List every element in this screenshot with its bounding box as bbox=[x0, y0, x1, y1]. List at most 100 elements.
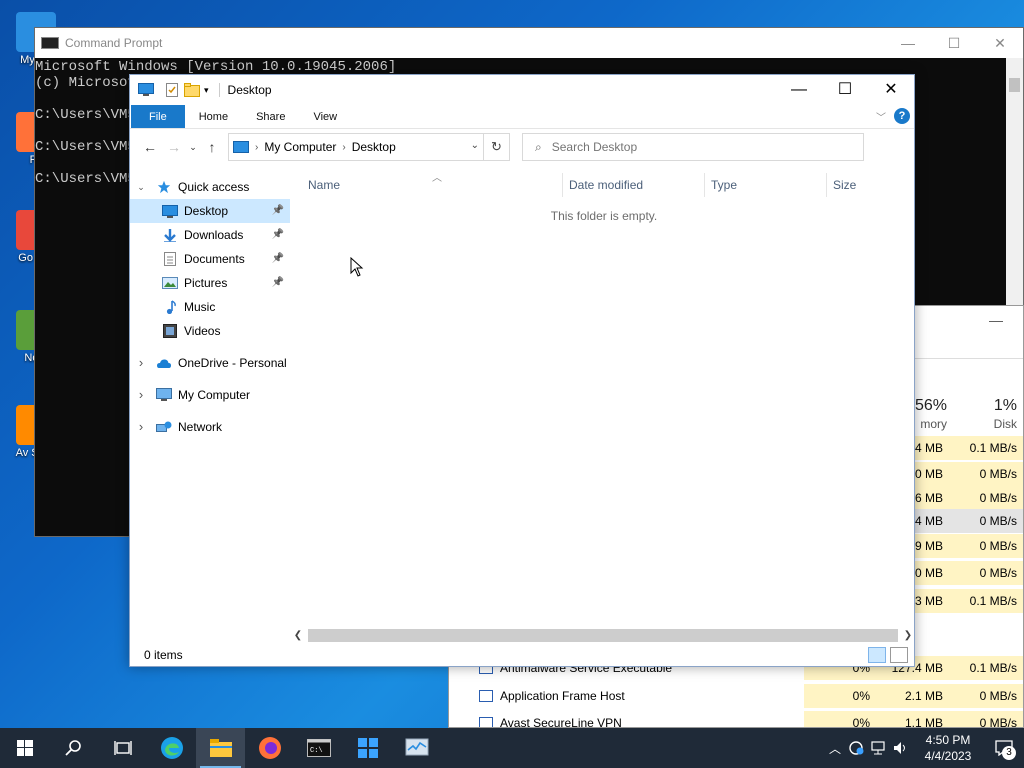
start-button[interactable] bbox=[0, 728, 49, 768]
column-date-modified[interactable]: Date modified bbox=[562, 173, 643, 197]
tree-item-videos[interactable]: Videos bbox=[130, 319, 290, 343]
process-row[interactable]: Avast SecureLine VPN 0% 1.1 MB 0 MB/s bbox=[449, 711, 1023, 727]
collapse-chevron-icon[interactable]: ⌄ bbox=[134, 175, 148, 199]
tree-label: Quick access bbox=[178, 180, 250, 194]
back-button[interactable]: ← bbox=[138, 139, 162, 155]
tree-item-pictures[interactable]: Pictures 📌 bbox=[130, 271, 290, 295]
close-button[interactable]: ✕ bbox=[977, 35, 1023, 52]
column-size[interactable]: Size bbox=[826, 173, 856, 197]
expand-chevron-icon[interactable]: › bbox=[134, 415, 148, 439]
refresh-button[interactable]: ↻ bbox=[483, 134, 509, 160]
tree-quick-access[interactable]: ⌄ Quick access bbox=[130, 175, 290, 199]
tree-item-my-computer[interactable]: › My Computer bbox=[130, 383, 290, 407]
clock[interactable]: 4:50 PM 4/4/2023 bbox=[912, 732, 984, 764]
sort-ascending-icon: ︿ bbox=[432, 173, 442, 184]
edge-button[interactable] bbox=[147, 728, 196, 768]
pin-icon[interactable]: 📌 bbox=[272, 223, 284, 247]
address-dropdown-icon[interactable]: ⌄ bbox=[471, 140, 479, 151]
volume-icon[interactable] bbox=[890, 740, 912, 756]
item-count: 0 items bbox=[144, 648, 183, 662]
network-icon[interactable] bbox=[868, 740, 890, 756]
scroll-left-icon[interactable]: ❮ bbox=[290, 627, 306, 644]
file-explorer-window[interactable]: ▾ Desktop — ☐ ✕ File Home Share View ﹀ ?… bbox=[129, 74, 915, 667]
tree-item-documents[interactable]: Documents 📌 bbox=[130, 247, 290, 271]
scroll-thumb[interactable] bbox=[308, 629, 898, 642]
show-hidden-icons-chevron-icon[interactable]: ︿ bbox=[824, 740, 846, 757]
process-disk: 0 MB/s bbox=[949, 509, 1023, 533]
tab-share[interactable]: Share bbox=[242, 105, 299, 128]
expand-chevron-icon[interactable]: › bbox=[134, 351, 148, 375]
firefox-button[interactable] bbox=[245, 728, 294, 768]
cmd-titlebar[interactable]: Command Prompt — ☐ ✕ bbox=[35, 28, 1023, 58]
breadcrumb-chevron-icon[interactable]: › bbox=[342, 142, 345, 153]
horizontal-scrollbar[interactable]: ❮ ❯ bbox=[290, 627, 916, 644]
pin-icon[interactable]: 📌 bbox=[272, 199, 284, 223]
column-type[interactable]: Type bbox=[704, 173, 737, 197]
column-header: ︿ Name Date modified Type Size bbox=[290, 173, 916, 197]
command-prompt-button[interactable]: C:\ bbox=[294, 728, 343, 768]
maximize-button[interactable]: ☐ bbox=[822, 75, 868, 105]
breadcrumb-chevron-icon[interactable]: › bbox=[255, 142, 258, 153]
maximize-button[interactable]: ☐ bbox=[931, 35, 977, 52]
desktop-icon bbox=[162, 205, 178, 218]
explorer-titlebar[interactable]: ▾ Desktop — ☐ ✕ bbox=[130, 75, 914, 105]
cmd-scroll-thumb[interactable] bbox=[1009, 78, 1020, 92]
tree-item-onedrive-personal[interactable]: › OneDrive - Personal bbox=[130, 351, 290, 375]
music-icon bbox=[166, 300, 176, 314]
search-button[interactable] bbox=[49, 728, 98, 768]
tab-view[interactable]: View bbox=[299, 105, 351, 128]
minimize-button[interactable]: — bbox=[776, 75, 822, 105]
task-manager-icon bbox=[405, 738, 428, 756]
process-cpu: 0% bbox=[804, 684, 876, 708]
apps-button[interactable] bbox=[343, 728, 392, 768]
process-icon bbox=[479, 717, 493, 727]
task-view-button[interactable] bbox=[98, 728, 147, 768]
up-button[interactable]: ↑ bbox=[200, 139, 224, 155]
svg-text:C:\: C:\ bbox=[310, 747, 323, 755]
clock-time: 4:50 PM bbox=[925, 733, 971, 747]
expand-chevron-icon[interactable]: › bbox=[134, 383, 148, 407]
process-disk: 0 MB/s bbox=[949, 486, 1023, 510]
details-view-icon[interactable] bbox=[868, 647, 886, 663]
column-name[interactable]: Name bbox=[302, 173, 340, 197]
task-manager-button[interactable] bbox=[392, 728, 441, 768]
new-folder-icon[interactable] bbox=[184, 83, 200, 97]
tab-home[interactable]: Home bbox=[185, 105, 242, 128]
file-list[interactable]: ︿ Name Date modified Type Size This fold… bbox=[290, 173, 916, 623]
close-button[interactable]: ✕ bbox=[868, 75, 914, 105]
tree-label: Downloads bbox=[184, 228, 244, 242]
tree-item-desktop[interactable]: Desktop 📌 bbox=[130, 199, 290, 223]
expand-ribbon-chevron-icon[interactable]: ﹀ bbox=[876, 109, 886, 124]
breadcrumb-root[interactable]: My Computer bbox=[264, 140, 336, 154]
vpn-shield-icon[interactable] bbox=[846, 740, 868, 756]
properties-icon[interactable] bbox=[164, 83, 180, 97]
minimize-button[interactable]: — bbox=[989, 312, 1003, 328]
cmd-icon bbox=[41, 37, 59, 49]
tree-item-network[interactable]: › Network bbox=[130, 415, 290, 439]
pin-icon[interactable]: 📌 bbox=[272, 271, 284, 295]
process-row[interactable]: Application Frame Host 0% 2.1 MB 0 MB/s bbox=[449, 684, 1023, 708]
address-bar[interactable]: › My Computer › Desktop ⌄ ↻ bbox=[228, 133, 510, 161]
minimize-button[interactable]: — bbox=[885, 35, 931, 52]
recent-locations-chevron-icon[interactable]: ⌄ bbox=[186, 142, 200, 153]
pin-icon[interactable]: 📌 bbox=[272, 247, 284, 271]
search-icon bbox=[64, 740, 81, 756]
process-name: Application Frame Host bbox=[500, 689, 625, 703]
disk-header[interactable]: Disk bbox=[949, 417, 1017, 431]
tree-item-downloads[interactable]: Downloads 📌 bbox=[130, 223, 290, 247]
clock-date: 4/4/2023 bbox=[924, 749, 972, 763]
search-box[interactable]: ⌕ bbox=[522, 133, 864, 161]
file-explorer-button[interactable] bbox=[196, 728, 245, 768]
search-input[interactable] bbox=[551, 140, 832, 154]
tab-file[interactable]: File bbox=[131, 105, 185, 128]
breadcrumb-current[interactable]: Desktop bbox=[352, 140, 396, 154]
tree-item-music[interactable]: Music bbox=[130, 295, 290, 319]
action-center-button[interactable]: 3 bbox=[984, 728, 1024, 768]
customize-toolbar-chevron-icon[interactable]: ▾ bbox=[204, 85, 209, 96]
navigation-bar: ← → ⌄ ↑ › My Computer › Desktop ⌄ ↻ ⌕ bbox=[130, 129, 914, 165]
forward-button[interactable]: → bbox=[162, 139, 186, 155]
apps-icon bbox=[357, 738, 378, 758]
large-icons-view-icon[interactable] bbox=[890, 647, 908, 663]
help-icon[interactable]: ? bbox=[894, 108, 910, 124]
scroll-right-icon[interactable]: ❯ bbox=[900, 627, 916, 644]
